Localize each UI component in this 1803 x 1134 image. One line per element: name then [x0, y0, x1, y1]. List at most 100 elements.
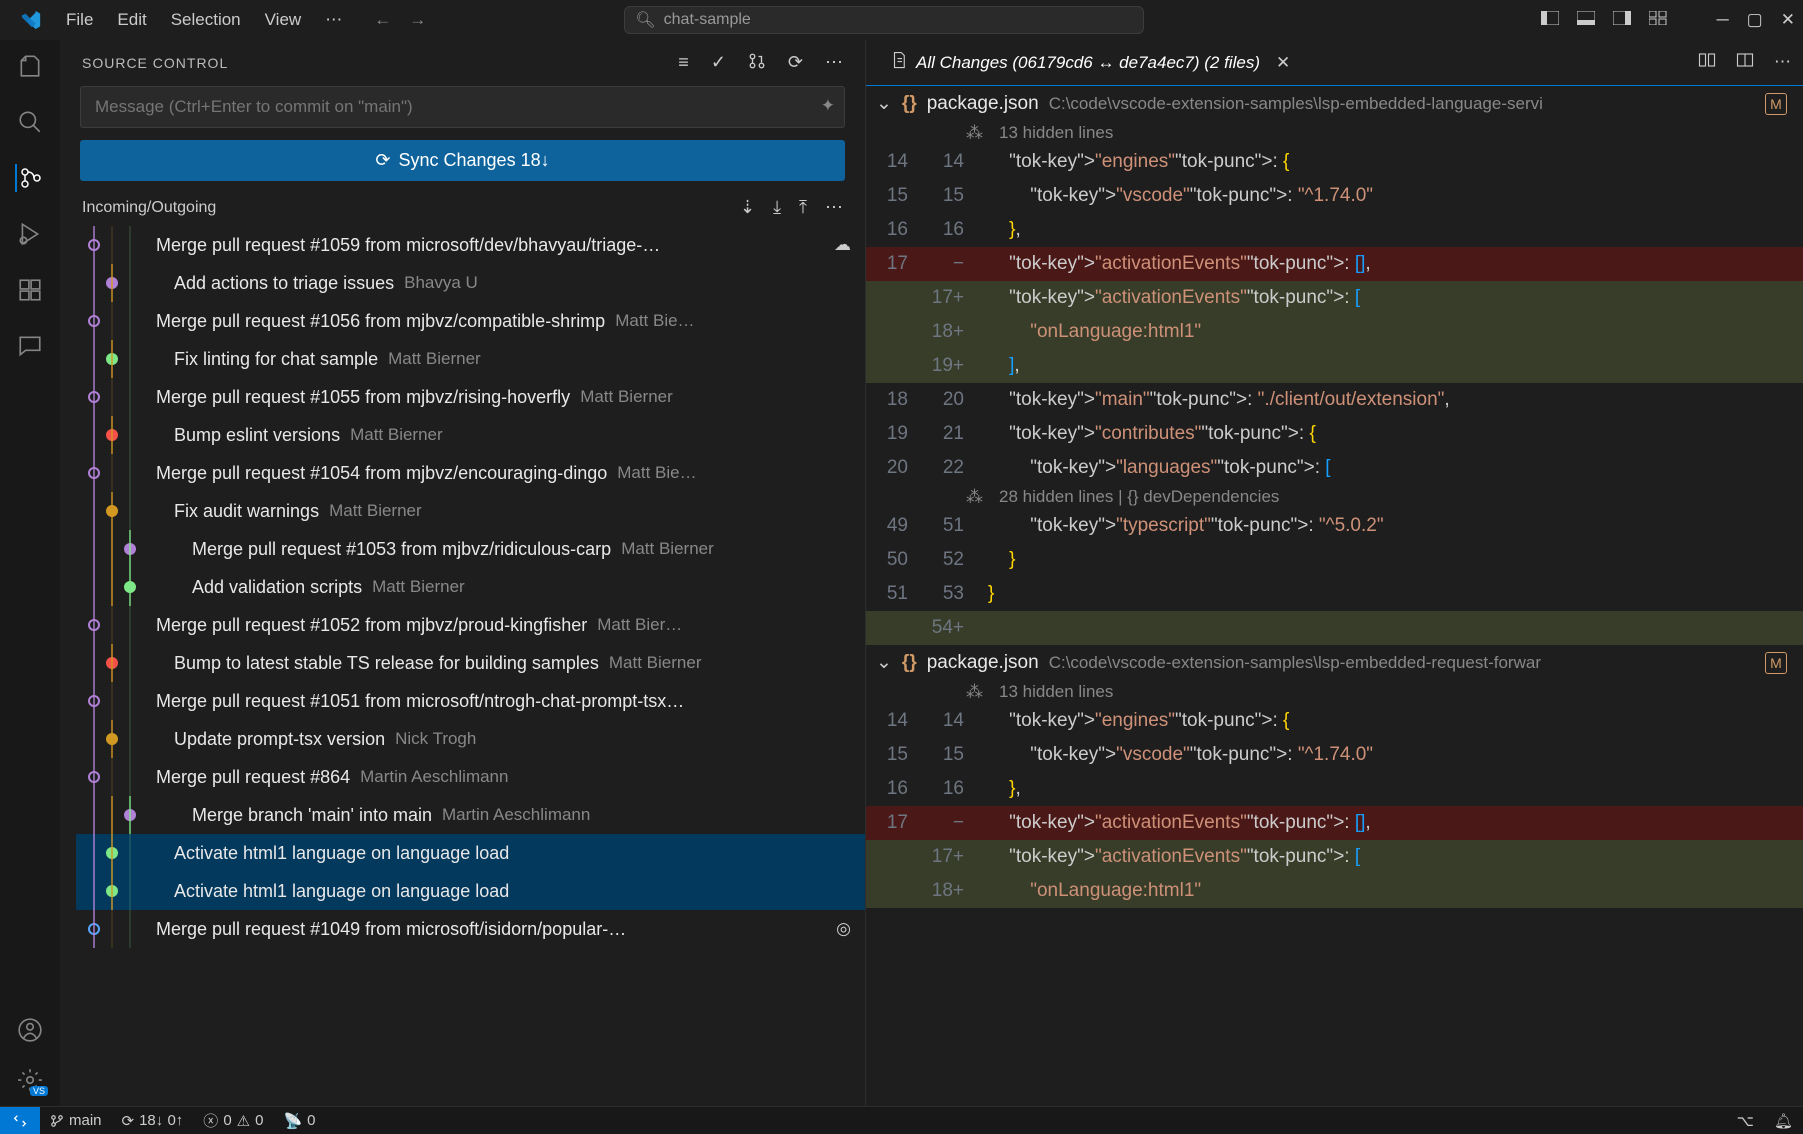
sync-changes-button[interactable]: ⟳ Sync Changes 18↓: [80, 140, 845, 181]
cloud-icon: ☁: [834, 235, 851, 255]
commit-author: Martin Aeschlimann: [442, 805, 590, 825]
diff-line: 1616 },: [866, 213, 1803, 247]
commit-message: Merge pull request #1053 from mjbvz/ridi…: [192, 539, 611, 560]
menu-file[interactable]: File: [54, 4, 105, 36]
split-editor-icon[interactable]: [1736, 52, 1754, 73]
search-icon[interactable]: [16, 108, 44, 136]
fold-icon[interactable]: ⁂: [966, 123, 983, 143]
window-maximize-icon[interactable]: ▢: [1747, 10, 1763, 30]
chevron-down-icon[interactable]: ⌄: [876, 651, 892, 674]
diff-panel[interactable]: ⌄{}package.jsonC:\code\vscode-extension-…: [866, 86, 1803, 1106]
commit-message: Merge pull request #1055 from mjbvz/risi…: [156, 387, 570, 408]
diff-file-header[interactable]: ⌄{}package.jsonC:\code\vscode-extension-…: [866, 645, 1803, 680]
commit-message: Update prompt-tsx version: [174, 729, 385, 750]
chat-icon[interactable]: [16, 332, 44, 360]
accounts-icon[interactable]: [16, 1016, 44, 1044]
tab-all-changes[interactable]: All Changes (06179cd6 ↔ de7a4ec7) (2 fil…: [878, 40, 1302, 85]
create-pr-icon[interactable]: [748, 52, 766, 75]
sync-count: 18↓ 0↑: [139, 1112, 183, 1129]
commit-message: Merge pull request #1059 from microsoft/…: [156, 235, 660, 256]
sync-status[interactable]: ⟳18↓ 0↑: [112, 1112, 194, 1130]
view-as-list-icon[interactable]: ≡: [678, 52, 689, 75]
settings-gear-icon[interactable]: VS: [16, 1066, 44, 1094]
extensions-icon[interactable]: [16, 276, 44, 304]
title-bar: File Edit Selection View ⋯ ← → 🔍︎ chat-s…: [0, 0, 1803, 40]
commit-row[interactable]: Add actions to triage issuesBhavya U: [76, 264, 865, 302]
sparkle-icon[interactable]: ✦: [821, 96, 835, 116]
commit-row[interactable]: Update prompt-tsx versionNick Trogh: [76, 720, 865, 758]
more-actions-icon[interactable]: ⋯: [825, 52, 843, 75]
hidden-lines-indicator[interactable]: ⁂28 hidden lines | {} devDependencies: [866, 485, 1803, 509]
run-debug-icon[interactable]: [16, 220, 44, 248]
commit-row[interactable]: Merge branch 'main' into mainMartin Aesc…: [76, 796, 865, 834]
commit-row[interactable]: Merge pull request #1059 from microsoft/…: [76, 226, 865, 264]
diff-line: 1515 "tok-key">"vscode""tok-punc">: "^1.…: [866, 738, 1803, 772]
commit-message-input[interactable]: [80, 86, 845, 128]
nav-back-icon[interactable]: ←: [374, 10, 391, 30]
commit-row[interactable]: Merge pull request #1049 from microsoft/…: [76, 910, 865, 948]
diff-line: 1921 "tok-key">"contributes""tok-punc">:…: [866, 417, 1803, 451]
push-icon[interactable]: ⤒: [799, 197, 807, 218]
commit-graph[interactable]: Merge pull request #1059 from microsoft/…: [60, 226, 865, 1106]
nav-forward-icon[interactable]: →: [409, 10, 426, 30]
ports-indicator[interactable]: 📡0: [273, 1112, 325, 1130]
commit-row[interactable]: Bump eslint versionsMatt Bierner: [76, 416, 865, 454]
pull-icon[interactable]: ⤓: [773, 197, 781, 218]
commit-author: Matt Bierner: [329, 501, 422, 521]
window-close-icon[interactable]: ✕: [1781, 10, 1795, 30]
commit-checkmark-icon[interactable]: ✓: [711, 52, 726, 75]
commit-message: Fix linting for chat sample: [174, 349, 378, 370]
commit-row[interactable]: Merge pull request #1051 from microsoft/…: [76, 682, 865, 720]
menu-view[interactable]: View: [253, 4, 314, 36]
notifications-bell-icon[interactable]: 🔔︎: [1764, 1112, 1803, 1130]
diff-file-header[interactable]: ⌄{}package.jsonC:\code\vscode-extension-…: [866, 86, 1803, 121]
refresh-icon[interactable]: ⟳: [788, 52, 803, 75]
commit-row[interactable]: Fix audit warningsMatt Bierner: [76, 492, 865, 530]
section-incoming-outgoing[interactable]: Incoming/Outgoing: [82, 199, 216, 217]
source-control-icon[interactable]: [15, 164, 43, 192]
branch-indicator[interactable]: main: [40, 1112, 112, 1129]
commit-row[interactable]: Merge pull request #1055 from mjbvz/risi…: [76, 378, 865, 416]
tab-more-icon[interactable]: ⋯: [1774, 52, 1791, 73]
commit-row[interactable]: Add validation scriptsMatt Bierner: [76, 568, 865, 606]
diff-file-name: package.json: [927, 652, 1039, 674]
commit-row[interactable]: Bump to latest stable TS release for bui…: [76, 644, 865, 682]
command-center[interactable]: 🔍︎ chat-sample: [624, 6, 1144, 34]
menu-selection[interactable]: Selection: [159, 4, 253, 36]
explorer-icon[interactable]: [16, 52, 44, 80]
menu-overflow-icon[interactable]: ⋯: [313, 4, 354, 36]
layout-primary-sidebar-icon[interactable]: [1541, 10, 1559, 30]
commit-row[interactable]: Fix linting for chat sampleMatt Bierner: [76, 340, 865, 378]
commit-message: Add validation scripts: [192, 577, 362, 598]
hidden-lines-indicator[interactable]: ⁂13 hidden lines: [866, 680, 1803, 704]
commit-row[interactable]: Merge pull request #1056 from mjbvz/comp…: [76, 302, 865, 340]
fetch-icon[interactable]: ⇣: [740, 197, 755, 218]
layout-secondary-sidebar-icon[interactable]: [1613, 10, 1631, 30]
fold-icon[interactable]: ⁂: [966, 487, 983, 507]
commit-message: Merge pull request #1052 from mjbvz/prou…: [156, 615, 587, 636]
diff-line: 5052 }: [866, 543, 1803, 577]
remote-indicator[interactable]: [0, 1107, 40, 1134]
tab-close-icon[interactable]: ✕: [1276, 53, 1290, 73]
commit-row[interactable]: Merge pull request #1053 from mjbvz/ridi…: [76, 530, 865, 568]
commit-row[interactable]: Activate html1 language on language load: [76, 872, 865, 910]
diff-line: 17 "tok-key">"activationEvents""tok-punc…: [866, 247, 1803, 281]
json-file-icon: {}: [902, 93, 917, 115]
problems-indicator[interactable]: ⓧ0⚠0: [193, 1110, 273, 1131]
commit-row[interactable]: Merge pull request #1054 from mjbvz/enco…: [76, 454, 865, 492]
menu-edit[interactable]: Edit: [105, 4, 158, 36]
open-changes-icon[interactable]: [1698, 52, 1716, 73]
window-minimize-icon[interactable]: ─: [1717, 10, 1729, 30]
more-section-actions-icon[interactable]: ⋯: [825, 197, 843, 218]
chevron-down-icon[interactable]: ⌄: [876, 92, 892, 115]
hidden-lines-indicator[interactable]: ⁂13 hidden lines: [866, 121, 1803, 145]
editor-area: All Changes (06179cd6 ↔ de7a4ec7) (2 fil…: [866, 40, 1803, 1106]
fold-icon[interactable]: ⁂: [966, 682, 983, 702]
commit-row[interactable]: Merge pull request #1052 from mjbvz/prou…: [76, 606, 865, 644]
copilot-status-icon[interactable]: ⌥: [1727, 1112, 1764, 1130]
ports-count: 0: [307, 1112, 315, 1129]
commit-row[interactable]: Merge pull request #864Martin Aeschliman…: [76, 758, 865, 796]
commit-row[interactable]: Activate html1 language on language load: [76, 834, 865, 872]
layout-customize-icon[interactable]: [1649, 10, 1667, 30]
layout-panel-icon[interactable]: [1577, 10, 1595, 30]
